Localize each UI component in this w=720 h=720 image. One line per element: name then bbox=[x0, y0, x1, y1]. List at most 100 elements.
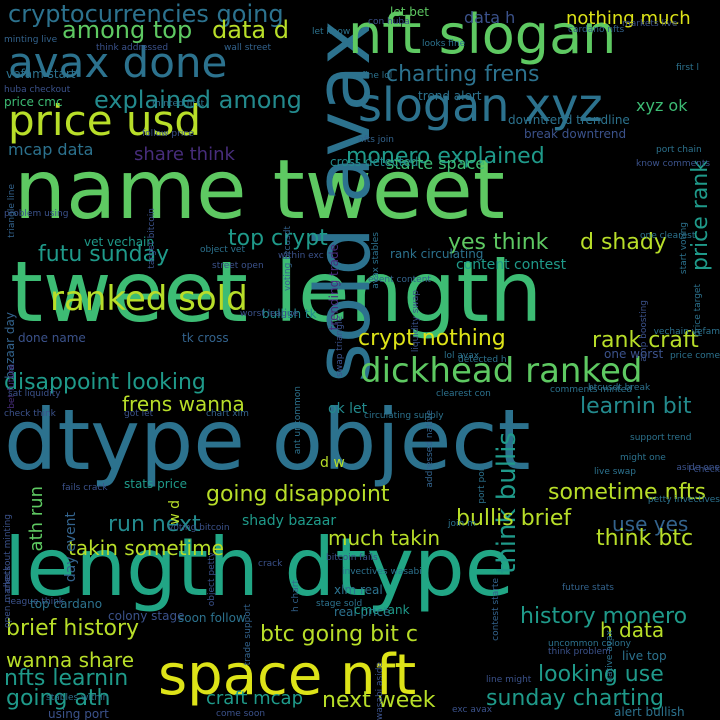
word-one-worst: one worst bbox=[604, 347, 664, 361]
word-object-petty: object petty bbox=[207, 552, 217, 607]
word-live-top: live top bbox=[622, 649, 667, 663]
word-using-port: using port bbox=[48, 707, 109, 720]
word-cardano-nfts: cardano nfts bbox=[568, 25, 625, 35]
word-detected-h: detected h bbox=[458, 355, 507, 365]
word-invectives-wasabi: invectives wasabi bbox=[342, 567, 422, 577]
word-liquidity-swap: liquidity swap bbox=[411, 290, 421, 353]
word-addressed-native: addressed native bbox=[425, 410, 435, 488]
word-shady-bazaar: shady bazaar bbox=[242, 513, 337, 529]
word-cloud: name tweet tweet length dtype object length… bbox=[0, 0, 720, 720]
word-might-one: might one bbox=[620, 453, 666, 463]
word-contest-starte: contest starte bbox=[491, 578, 501, 641]
word-vefam-start: vefam start bbox=[6, 67, 76, 81]
word-let-know: let know bbox=[312, 27, 351, 37]
word-clearest-con: clearest con bbox=[436, 389, 491, 399]
word-share-think: share think bbox=[134, 144, 235, 165]
word-cross-detected: cross detected bbox=[330, 155, 419, 169]
word-vet-vechain: vet vechain bbox=[84, 235, 154, 249]
word-stats-price: stats price bbox=[124, 477, 187, 491]
word-comments-minted: comments minted bbox=[550, 385, 633, 395]
word-sat-liquidity: sat liquidity bbox=[8, 389, 61, 399]
word-think-btc: think btc bbox=[596, 526, 694, 551]
word-xlm-real: xlm real bbox=[334, 583, 383, 597]
word-fine-lol: fine lol bbox=[362, 71, 393, 81]
word-tk-cross: tk cross bbox=[182, 331, 229, 345]
word-avax-stables: avax stables bbox=[371, 232, 381, 289]
word-stables-within: stables within bbox=[46, 693, 109, 703]
word-come-soon: come soon bbox=[216, 709, 266, 719]
word-think-problem: think problem bbox=[548, 647, 611, 657]
word-object-vet: object vet bbox=[200, 245, 245, 255]
word-future-stats: future stats bbox=[562, 583, 614, 593]
word-alert-bullish: alert bullish bbox=[614, 705, 685, 719]
word-live-swap: live swap bbox=[594, 467, 637, 477]
word-think-addressed: think addressed bbox=[96, 43, 169, 53]
word-markets-live: markets live bbox=[622, 19, 678, 29]
word-wall-street: wall street bbox=[224, 43, 272, 53]
word-exc-avax: exc avax bbox=[452, 705, 493, 715]
word-ant-uncommon: ant uncommon bbox=[293, 386, 303, 455]
word-data-h: data h bbox=[464, 8, 516, 27]
word-looking-use: looking use bbox=[538, 662, 664, 687]
word-fails-crack: fails crack bbox=[62, 483, 108, 493]
word-bitcoin-fails: bitcoin fails bbox=[326, 553, 378, 563]
word-done-name: done name bbox=[18, 331, 86, 345]
word-target-bitcoin: target bitcoin bbox=[147, 208, 157, 269]
word-soon-follow: soon follow bbox=[178, 611, 246, 625]
word-support-trend: support trend bbox=[630, 433, 692, 443]
word-cmc-rank: cmc rank bbox=[354, 603, 410, 617]
word-wasabi-aside: wasabi aside bbox=[375, 661, 385, 720]
word-price-cmc: price cmc bbox=[4, 95, 63, 109]
word-circulating-supply: circulating supply bbox=[364, 411, 444, 421]
word-btc-going-bit-c: btc going bit c bbox=[260, 622, 418, 647]
word-takin-sometime: takin sometime bbox=[68, 536, 224, 560]
word-petty-invectives: petty invectives bbox=[647, 495, 720, 505]
word-street-open: street open bbox=[212, 261, 264, 271]
word-break-downtrend: break downtrend bbox=[524, 127, 627, 141]
word-craft-mcap: craft mcap bbox=[206, 688, 304, 709]
word-crack: crack bbox=[258, 559, 283, 569]
word-downtrend-trendline: downtrend trendline bbox=[508, 113, 630, 127]
word-charting-frens: charting frens bbox=[386, 62, 540, 87]
word-ok-let: ok let bbox=[328, 401, 368, 417]
word-port-chain: port chain bbox=[656, 145, 702, 155]
word-minting-live: minting live bbox=[4, 35, 58, 45]
word-check-think: check think bbox=[4, 409, 56, 419]
word-bet-future: bet future bbox=[7, 364, 17, 409]
word-within-exc: within exc bbox=[278, 251, 324, 261]
word-learnin-bit: learnin bit bbox=[580, 394, 692, 419]
word-mcap-data: mcap data bbox=[8, 140, 94, 159]
word-ath-run: ath run bbox=[26, 486, 47, 552]
word-chart-xlm: chart xlm bbox=[206, 409, 249, 419]
word-stage-sold: stage sold bbox=[316, 599, 363, 609]
word-huba-checkout: huba checkout bbox=[4, 85, 71, 95]
word-l-check: l check bbox=[688, 465, 720, 475]
word-line-might: line might bbox=[486, 675, 532, 685]
word-colony-stage: colony stage bbox=[108, 609, 185, 623]
word-rank-circulating: rank circulating bbox=[390, 247, 484, 261]
word-much-takin: much takin bbox=[328, 526, 441, 550]
word-w-d: w d bbox=[167, 500, 183, 525]
word-triangle-line: triangle line bbox=[7, 184, 17, 238]
word-minted-first: minted first bbox=[152, 99, 205, 109]
word-follow-price: follow price bbox=[142, 129, 194, 139]
word-trend-alert: trend alert bbox=[418, 89, 482, 103]
word-vechain-vefam: vechain vefam bbox=[653, 327, 720, 337]
word-swap-triangle: swap triangle bbox=[335, 316, 345, 377]
word-checkout-minting: checkout minting bbox=[3, 514, 13, 593]
word-h-chart: h chart bbox=[291, 580, 301, 612]
word-voting-bitcoin: voting bitcoin bbox=[168, 523, 230, 533]
word-crypt-nothing: crypt nothing bbox=[358, 326, 506, 351]
word-price-come: price come bbox=[669, 351, 720, 361]
word-among-top: among top bbox=[62, 16, 193, 44]
word-worst-league: worst league bbox=[240, 309, 299, 319]
word-got-let: got let bbox=[124, 409, 154, 419]
word-xyz-ok: xyz ok bbox=[636, 96, 688, 115]
word-port-port: port port bbox=[477, 464, 487, 504]
word-first-l: first l bbox=[676, 63, 699, 73]
word-day-event: day event bbox=[63, 512, 79, 583]
word-dtype-object: dtype object bbox=[4, 391, 531, 489]
word-con-huba: con huba bbox=[368, 17, 410, 27]
word-nfts-join: nfts join bbox=[358, 135, 395, 145]
word-price-rank: price rank bbox=[688, 160, 713, 271]
